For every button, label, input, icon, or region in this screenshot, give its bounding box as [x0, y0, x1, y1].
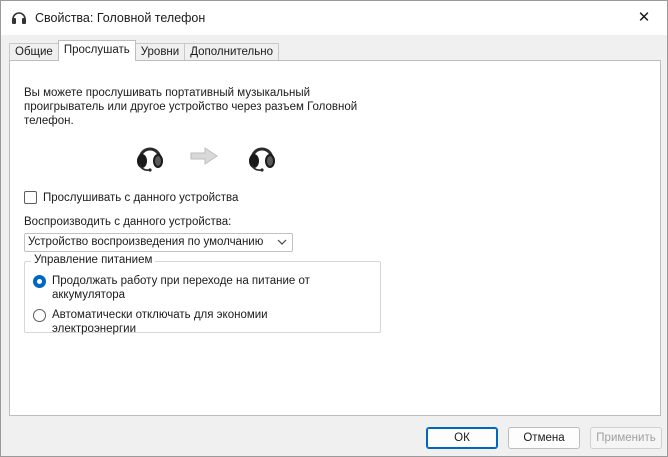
listen-description: Вы можете прослушивать портативный музык…: [24, 87, 358, 127]
power-option-continue-label[interactable]: Продолжать работу при переходе на питани…: [52, 274, 352, 302]
title-bar: Свойства: Головной телефон ✕: [1, 1, 667, 35]
tab-listen[interactable]: Прослушать: [57, 40, 136, 61]
power-option-auto-off[interactable]: Автоматически отключать для экономии эле…: [33, 308, 352, 336]
power-option-continue-radio[interactable]: [33, 275, 46, 288]
properties-dialog: Свойства: Головной телефон ✕ Общие Просл…: [0, 0, 668, 457]
power-option-auto-off-label[interactable]: Автоматически отключать для экономии эле…: [52, 308, 352, 336]
tab-advanced[interactable]: Дополнительно: [184, 43, 279, 61]
tab-strip: Общие Прослушать Уровни Дополнительно: [9, 40, 279, 61]
playback-device-value: Устройство воспроизведения по умолчанию: [28, 236, 264, 248]
playback-device-label: Воспроизводить с данного устройства:: [24, 216, 232, 228]
power-management-group: Управление питанием Продолжать работу пр…: [24, 254, 381, 336]
tab-levels[interactable]: Уровни: [134, 43, 186, 61]
listen-checkbox[interactable]: [24, 191, 37, 204]
listen-checkbox-row[interactable]: Прослушивать с данного устройства: [24, 191, 238, 204]
close-button[interactable]: ✕: [621, 1, 667, 33]
arrow-right-icon: [190, 147, 218, 165]
ok-button[interactable]: ОК: [426, 427, 498, 449]
power-group-title: Управление питанием: [31, 254, 156, 266]
apply-button[interactable]: Применить: [590, 427, 662, 449]
listen-checkbox-label[interactable]: Прослушивать с данного устройства: [43, 192, 238, 204]
playback-device-select[interactable]: Устройство воспроизведения по умолчанию: [24, 233, 293, 252]
chevron-down-icon: [277, 234, 287, 257]
headphones-icon: [12, 12, 26, 24]
headset-icon: [249, 147, 275, 172]
headset-icon: [137, 147, 163, 172]
device-flow-illustration: [134, 141, 284, 173]
power-option-auto-off-radio[interactable]: [33, 309, 46, 322]
window-title: Свойства: Головной телефон: [35, 11, 206, 25]
close-icon: ✕: [637, 9, 651, 26]
tab-general[interactable]: Общие: [9, 43, 59, 61]
power-option-continue[interactable]: Продолжать работу при переходе на питани…: [33, 274, 352, 302]
listen-panel: Вы можете прослушивать портативный музык…: [9, 60, 661, 416]
cancel-button[interactable]: Отмена: [508, 427, 580, 449]
